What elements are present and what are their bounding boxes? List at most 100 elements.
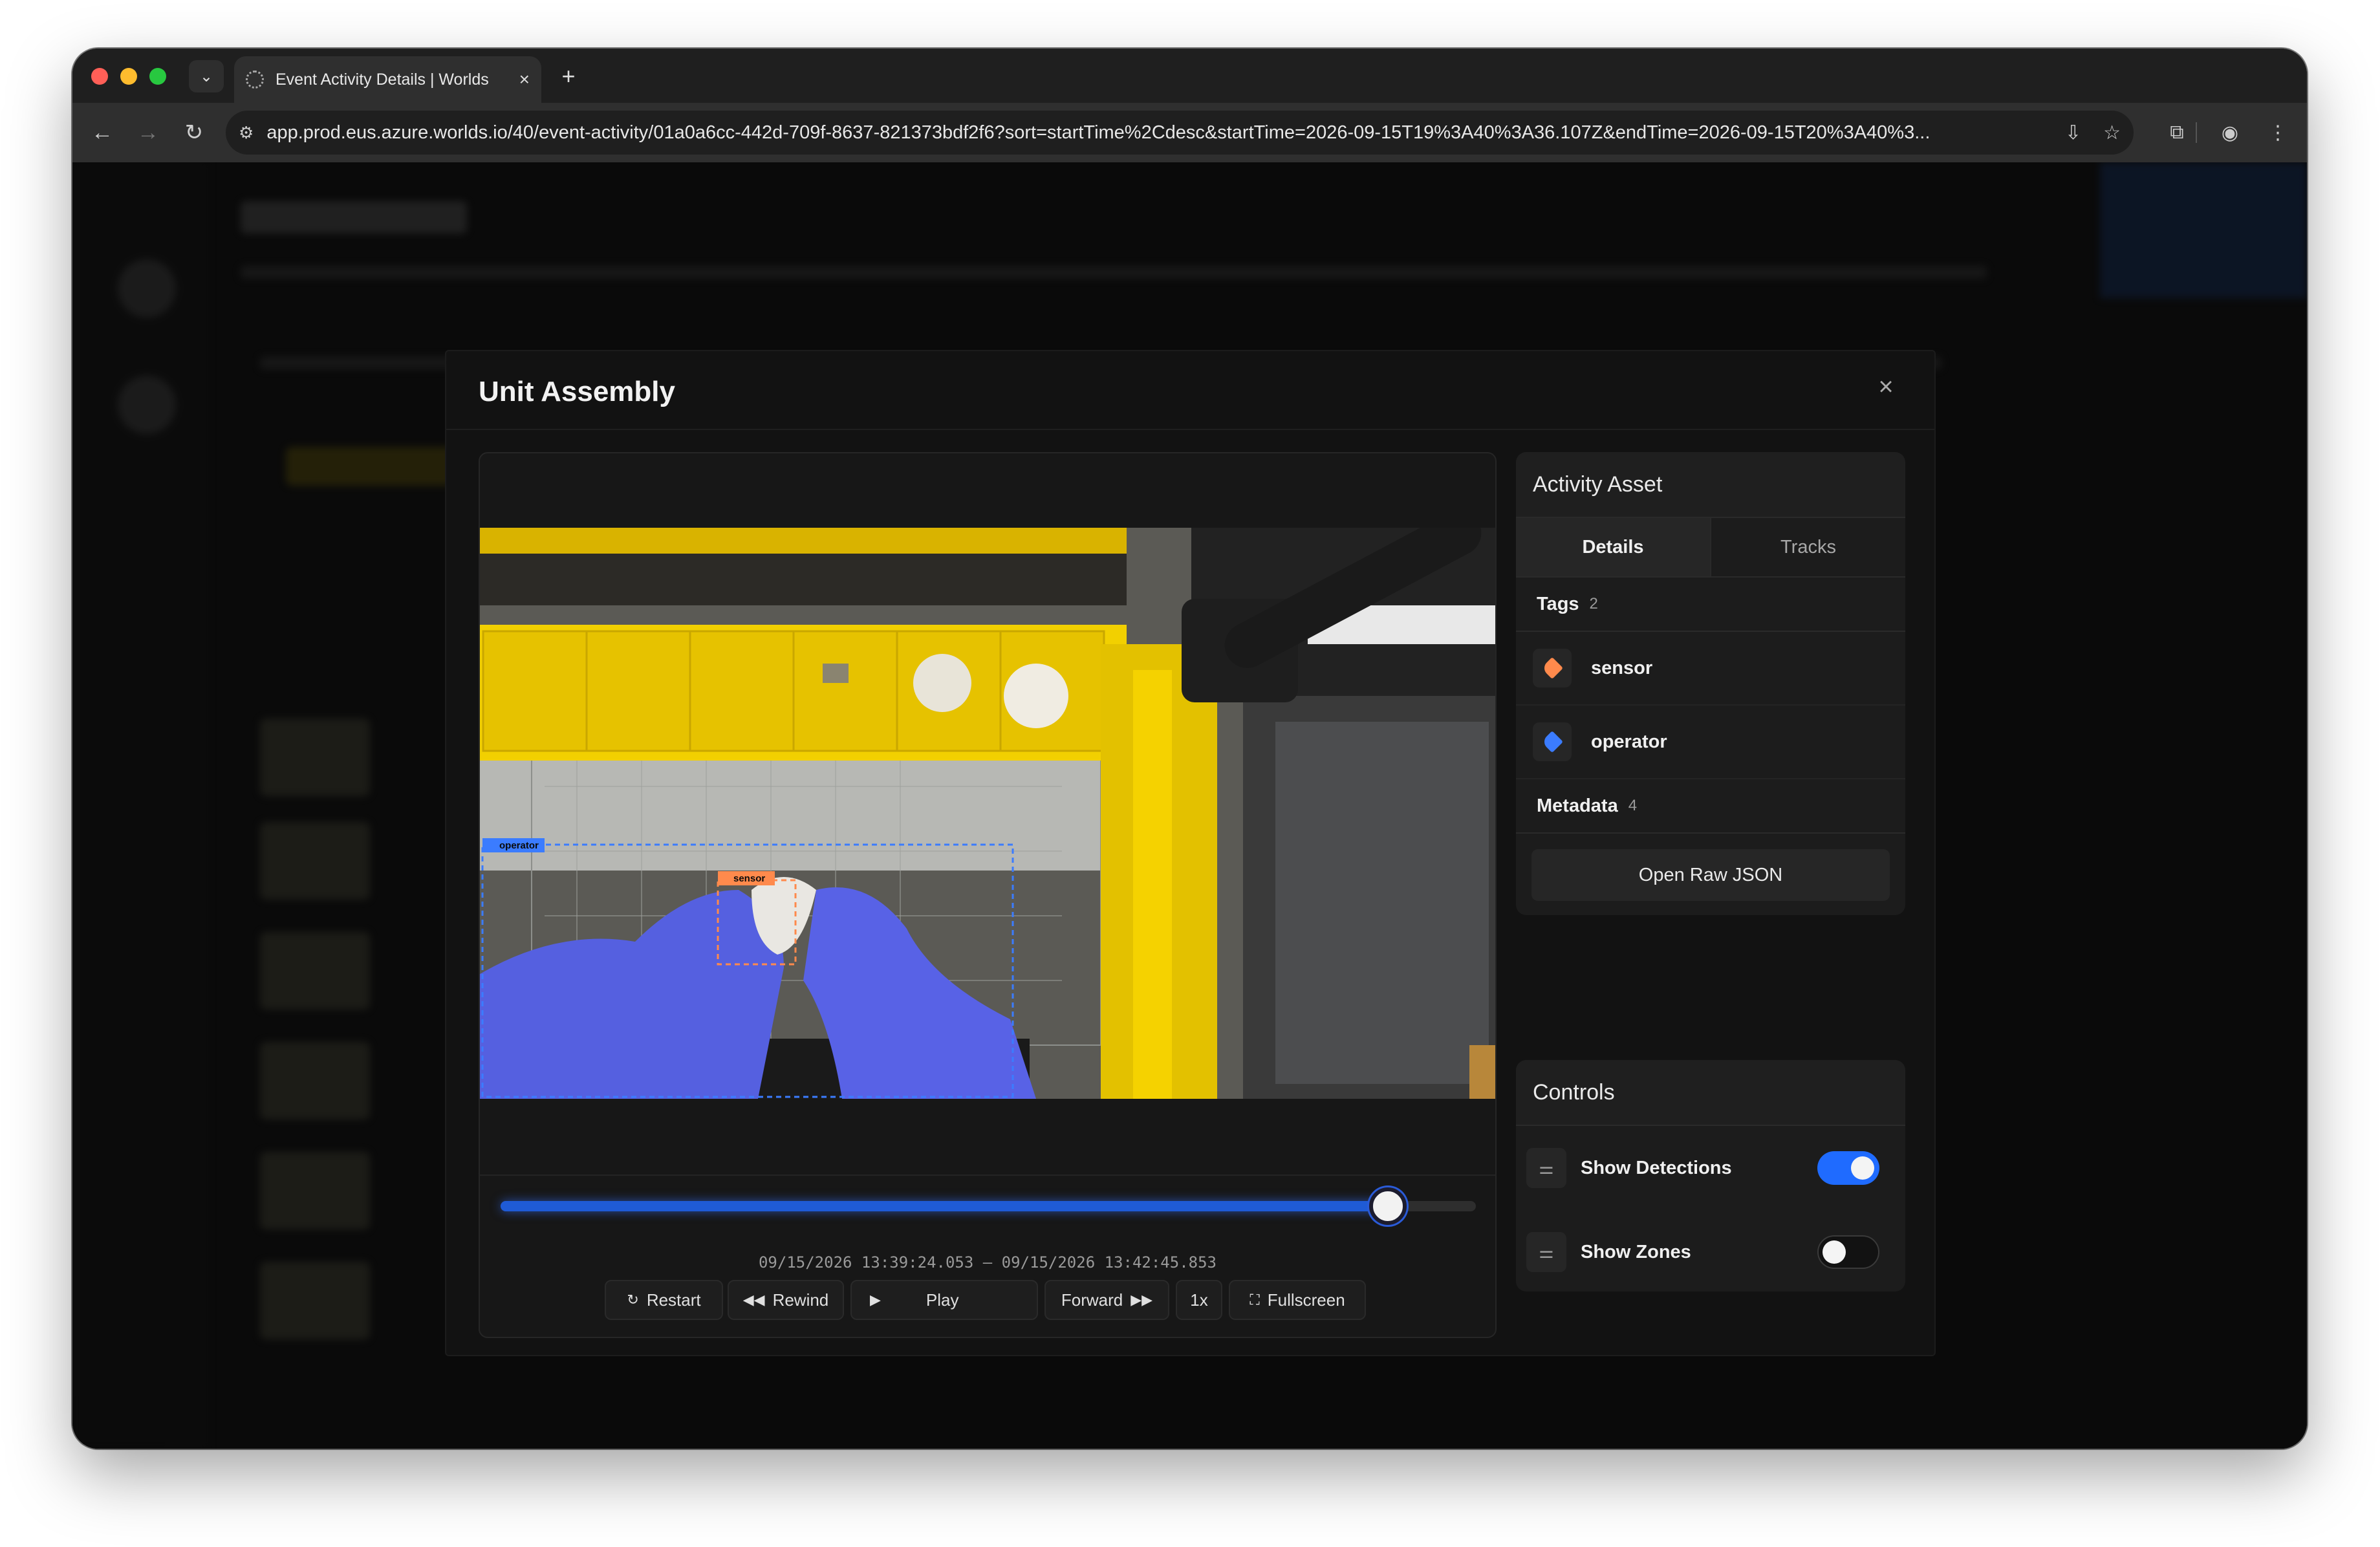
activity-modal: Unit Assembly × operator sensor 09/15/20… [445, 350, 1936, 1356]
fullscreen-icon: ⛶ [1250, 1292, 1260, 1308]
maximize-window-button[interactable] [149, 68, 166, 85]
arrow-left-icon: ← [91, 120, 113, 145]
restart-button[interactable]: ↻ Restart [605, 1280, 723, 1320]
minimize-window-button[interactable] [120, 68, 137, 85]
metadata-section-header[interactable]: Metadata 4 [1516, 779, 1905, 834]
toolbar-divider [2196, 122, 2197, 143]
background-title [241, 201, 467, 233]
background-thumb [260, 1042, 370, 1120]
show-detections-toggle[interactable] [1817, 1151, 1879, 1185]
controls-panel-title: Controls [1516, 1060, 1905, 1126]
forward-button[interactable]: Forward ▶▶ [1044, 1280, 1169, 1320]
show-zones-row: ⚌ Show Zones [1516, 1210, 1905, 1292]
background-thumb [260, 1152, 370, 1229]
player-divider [480, 1174, 1495, 1176]
timeline-progress [501, 1201, 1389, 1211]
tab-search-button[interactable]: ⌄ [189, 60, 224, 92]
extensions-icon[interactable]: ⧉ [2161, 117, 2192, 148]
play-button[interactable]: ▶ Play [850, 1280, 1038, 1320]
back-button[interactable]: ← [88, 118, 116, 147]
play-icon: ▶ [870, 1292, 881, 1308]
tags-section-header: Tags 2 [1516, 578, 1905, 632]
asset-panel-title: Activity Asset [1516, 452, 1905, 518]
tag-label: operator [1591, 731, 1667, 752]
rewind-label: Rewind [772, 1290, 829, 1310]
close-tab-icon[interactable]: × [519, 69, 530, 90]
forward-label: Forward [1061, 1290, 1123, 1310]
video-player: operator sensor 09/15/2026 13:39:24.053 … [479, 452, 1497, 1338]
tag-item-operator[interactable]: operator [1516, 706, 1905, 779]
sliders-icon: ⚌ [1526, 1148, 1566, 1188]
plus-icon: + [561, 63, 576, 89]
tag-item-sensor[interactable]: sensor [1516, 632, 1905, 706]
video-frame[interactable]: operator sensor [480, 528, 1495, 1099]
video-scene: operator sensor [480, 528, 1495, 1099]
playback-controls: ↻ Restart ◀◀ Rewind ▶ Play Forward ▶▶ 1x… [480, 1280, 1495, 1320]
close-icon: × [1878, 372, 1894, 401]
background-logo [118, 259, 176, 318]
speed-button[interactable]: 1x [1176, 1280, 1222, 1320]
tab-bar: ⌄ Event Activity Details | Worlds × + [72, 49, 2307, 103]
close-modal-button[interactable]: × [1870, 371, 1902, 403]
background-filters [241, 266, 1987, 279]
show-detections-label: Show Detections [1581, 1157, 1732, 1178]
background-panel [2100, 162, 2307, 298]
tab-title: Event Activity Details | Worlds [276, 70, 489, 89]
timeline-slider[interactable] [501, 1187, 1476, 1225]
speed-label: 1x [1190, 1290, 1208, 1310]
forward-button[interactable]: → [134, 118, 162, 147]
asset-tabs: Details Tracks [1516, 518, 1905, 578]
sliders-icon: ⚌ [1526, 1232, 1566, 1272]
rewind-button[interactable]: ◀◀ Rewind [728, 1280, 844, 1320]
background-thumb [260, 932, 370, 1010]
background-sidebar [72, 162, 208, 1449]
modal-title: Unit Assembly [479, 376, 676, 407]
restart-icon: ↻ [627, 1292, 639, 1308]
show-zones-toggle[interactable] [1817, 1235, 1879, 1269]
address-bar[interactable]: ⚙ app.prod.eus.azure.worlds.io/40/event-… [226, 111, 2134, 155]
site-settings-icon[interactable]: ⚙ [239, 123, 254, 143]
new-tab-button[interactable]: + [552, 60, 585, 92]
tag-icon [1533, 649, 1572, 687]
fullscreen-button[interactable]: ⛶ Fullscreen [1229, 1280, 1366, 1320]
background-thumb [260, 822, 370, 900]
metadata-label: Metadata [1537, 795, 1618, 816]
fullscreen-label: Fullscreen [1267, 1290, 1345, 1310]
reload-button[interactable]: ↻ [180, 118, 208, 147]
background-avatar [118, 376, 176, 434]
bookmark-star-icon[interactable]: ☆ [2103, 122, 2121, 144]
controls-panel: Controls ⚌ Show Detections ⚌ Show Zones [1516, 1060, 1905, 1292]
close-window-button[interactable] [91, 68, 108, 85]
tags-label: Tags [1537, 593, 1579, 614]
sensor-detection-label: sensor [733, 873, 765, 884]
browser-toolbar: ← → ↻ ⚙ app.prod.eus.azure.worlds.io/40/… [72, 103, 2307, 162]
tab-details[interactable]: Details [1516, 518, 1711, 576]
url-text[interactable]: app.prod.eus.azure.worlds.io/40/event-ac… [266, 122, 2043, 144]
toggle-knob [1823, 1240, 1846, 1264]
tags-count: 2 [1589, 595, 1598, 612]
time-range: 09/15/2026 13:39:24.053 – 09/15/2026 13:… [758, 1253, 1217, 1271]
chevron-down-icon: ⌄ [199, 67, 213, 85]
toggle-knob [1851, 1156, 1874, 1180]
play-label: Play [925, 1290, 959, 1310]
menu-kebab-icon[interactable]: ⋮ [2262, 117, 2293, 148]
background-thumb [260, 1262, 370, 1339]
timeline-thumb[interactable] [1369, 1187, 1407, 1225]
loading-icon [246, 70, 264, 89]
open-raw-json-button[interactable]: Open Raw JSON [1531, 849, 1890, 901]
show-detections-row: ⚌ Show Detections [1516, 1126, 1905, 1210]
activity-asset-panel: Activity Asset Details Tracks Tags 2 sen… [1516, 452, 1905, 915]
show-zones-label: Show Zones [1581, 1241, 1691, 1262]
restart-label: Restart [646, 1290, 701, 1310]
fast-forward-icon: ▶▶ [1130, 1292, 1153, 1308]
page-viewport: Unit Assembly × operator sensor 09/15/20… [72, 162, 2307, 1449]
reload-icon: ↻ [184, 120, 204, 145]
background-highlight [286, 447, 454, 486]
browser-tab[interactable]: Event Activity Details | Worlds × [234, 56, 541, 103]
install-app-icon[interactable]: ⇩ [2065, 122, 2081, 144]
browser-window: ⌄ Event Activity Details | Worlds × + ← … [72, 49, 2307, 1449]
arrow-right-icon: → [137, 120, 159, 145]
tab-tracks[interactable]: Tracks [1711, 518, 1905, 576]
profile-icon[interactable]: ◉ [2214, 117, 2245, 148]
rewind-icon: ◀◀ [742, 1292, 765, 1308]
